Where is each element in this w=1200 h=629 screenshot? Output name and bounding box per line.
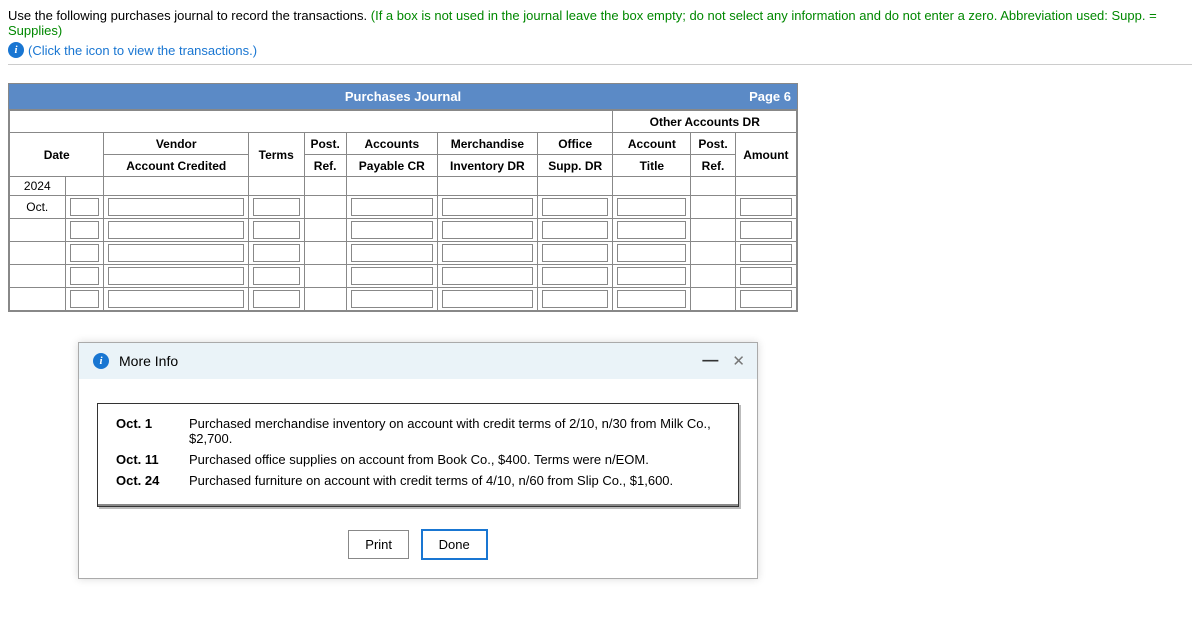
col-ref-2: Ref. bbox=[691, 155, 735, 177]
amt-input-5[interactable] bbox=[740, 290, 792, 308]
info-icon: i bbox=[93, 353, 109, 369]
day-input-5[interactable] bbox=[70, 290, 100, 308]
office-input-1[interactable] bbox=[542, 198, 609, 216]
view-transactions-line: i (Click the icon to view the transactio… bbox=[8, 42, 1192, 58]
transaction-row: Oct. 1 Purchased merchandise inventory o… bbox=[116, 416, 720, 446]
acct-input-1[interactable] bbox=[617, 198, 686, 216]
transaction-date: Oct. 1 bbox=[116, 416, 171, 446]
amt-input-3[interactable] bbox=[740, 244, 792, 262]
col-post-1: Post. bbox=[304, 133, 346, 155]
ap-input-5[interactable] bbox=[351, 290, 433, 308]
day-input-1[interactable] bbox=[70, 198, 100, 216]
journal-title-bar: Purchases Journal Page 6 bbox=[9, 84, 797, 110]
vendor-input-5[interactable] bbox=[108, 290, 243, 308]
amt-input-2[interactable] bbox=[740, 221, 792, 239]
divider bbox=[8, 64, 1192, 65]
col-post-2: Post. bbox=[691, 133, 735, 155]
done-button[interactable]: Done bbox=[421, 529, 488, 560]
ap-input-2[interactable] bbox=[351, 221, 433, 239]
minimize-icon[interactable]: — bbox=[702, 352, 718, 370]
vendor-input-2[interactable] bbox=[108, 221, 243, 239]
col-merch-2: Inventory DR bbox=[437, 155, 537, 177]
info-icon[interactable]: i bbox=[8, 42, 24, 58]
office-input-2[interactable] bbox=[542, 221, 609, 239]
terms-input-1[interactable] bbox=[253, 198, 300, 216]
modal-buttons: Print Done bbox=[79, 529, 757, 560]
view-transactions-link[interactable]: (Click the icon to view the transactions… bbox=[28, 43, 257, 58]
merch-input-4[interactable] bbox=[442, 267, 533, 285]
vendor-input-1[interactable] bbox=[108, 198, 243, 216]
col-office-2: Supp. DR bbox=[537, 155, 613, 177]
transaction-date: Oct. 24 bbox=[116, 473, 171, 488]
transaction-text: Purchased office supplies on account fro… bbox=[189, 452, 720, 467]
close-icon[interactable]: ✕ bbox=[732, 352, 745, 370]
day-input-2[interactable] bbox=[70, 221, 100, 239]
more-info-header: i More Info — ✕ bbox=[79, 343, 757, 379]
col-acct-1: Account bbox=[613, 133, 691, 155]
more-info-panel: i More Info — ✕ Oct. 1 Purchased merchan… bbox=[78, 342, 758, 579]
day-input-4[interactable] bbox=[70, 267, 100, 285]
acct-input-2[interactable] bbox=[617, 221, 686, 239]
print-button[interactable]: Print bbox=[348, 530, 409, 559]
col-date: Date bbox=[10, 133, 104, 177]
journal-page: Page 6 bbox=[749, 84, 791, 110]
col-vendor-2: Account Credited bbox=[104, 155, 248, 177]
acct-input-5[interactable] bbox=[617, 290, 686, 308]
more-info-title: More Info bbox=[119, 353, 178, 369]
day-input-3[interactable] bbox=[70, 244, 100, 262]
terms-input-5[interactable] bbox=[253, 290, 300, 308]
office-input-3[interactable] bbox=[542, 244, 609, 262]
terms-input-2[interactable] bbox=[253, 221, 300, 239]
ap-input-4[interactable] bbox=[351, 267, 433, 285]
terms-input-3[interactable] bbox=[253, 244, 300, 262]
col-amount: Amount bbox=[735, 133, 796, 177]
month-cell: Oct. bbox=[10, 196, 66, 219]
instructions: Use the following purchases journal to r… bbox=[8, 8, 1192, 38]
other-accounts-header: Other Accounts DR bbox=[613, 111, 797, 133]
acct-input-3[interactable] bbox=[617, 244, 686, 262]
ap-input-1[interactable] bbox=[351, 198, 433, 216]
col-accounts: Accounts bbox=[346, 133, 437, 155]
col-vendor-1: Vendor bbox=[104, 133, 248, 155]
merch-input-5[interactable] bbox=[442, 290, 533, 308]
transaction-row: Oct. 11 Purchased office supplies on acc… bbox=[116, 452, 720, 467]
transaction-date: Oct. 11 bbox=[116, 452, 171, 467]
vendor-input-4[interactable] bbox=[108, 267, 243, 285]
merch-input-3[interactable] bbox=[442, 244, 533, 262]
purchases-journal: Purchases Journal Page 6 Other Accounts … bbox=[8, 83, 798, 312]
acct-input-4[interactable] bbox=[617, 267, 686, 285]
journal-title: Purchases Journal bbox=[9, 84, 797, 110]
vendor-input-3[interactable] bbox=[108, 244, 243, 262]
ap-input-3[interactable] bbox=[351, 244, 433, 262]
transaction-text: Purchased merchandise inventory on accou… bbox=[189, 416, 720, 446]
transaction-text: Purchased furniture on account with cred… bbox=[189, 473, 720, 488]
col-ref: Ref. bbox=[304, 155, 346, 177]
merch-input-2[interactable] bbox=[442, 221, 533, 239]
transaction-row: Oct. 24 Purchased furniture on account w… bbox=[116, 473, 720, 488]
col-payable: Payable CR bbox=[346, 155, 437, 177]
col-acct-2: Title bbox=[613, 155, 691, 177]
journal-table: Other Accounts DR Date Vendor Terms Post… bbox=[9, 110, 797, 311]
terms-input-4[interactable] bbox=[253, 267, 300, 285]
amt-input-1[interactable] bbox=[740, 198, 792, 216]
col-office-1: Office bbox=[537, 133, 613, 155]
col-merch-1: Merchandise bbox=[437, 133, 537, 155]
amt-input-4[interactable] bbox=[740, 267, 792, 285]
merch-input-1[interactable] bbox=[442, 198, 533, 216]
col-terms: Terms bbox=[248, 133, 304, 177]
office-input-4[interactable] bbox=[542, 267, 609, 285]
instruction-main: Use the following purchases journal to r… bbox=[8, 8, 367, 23]
office-input-5[interactable] bbox=[542, 290, 609, 308]
more-info-body: Oct. 1 Purchased merchandise inventory o… bbox=[97, 403, 739, 507]
year-cell: 2024 bbox=[10, 177, 66, 196]
